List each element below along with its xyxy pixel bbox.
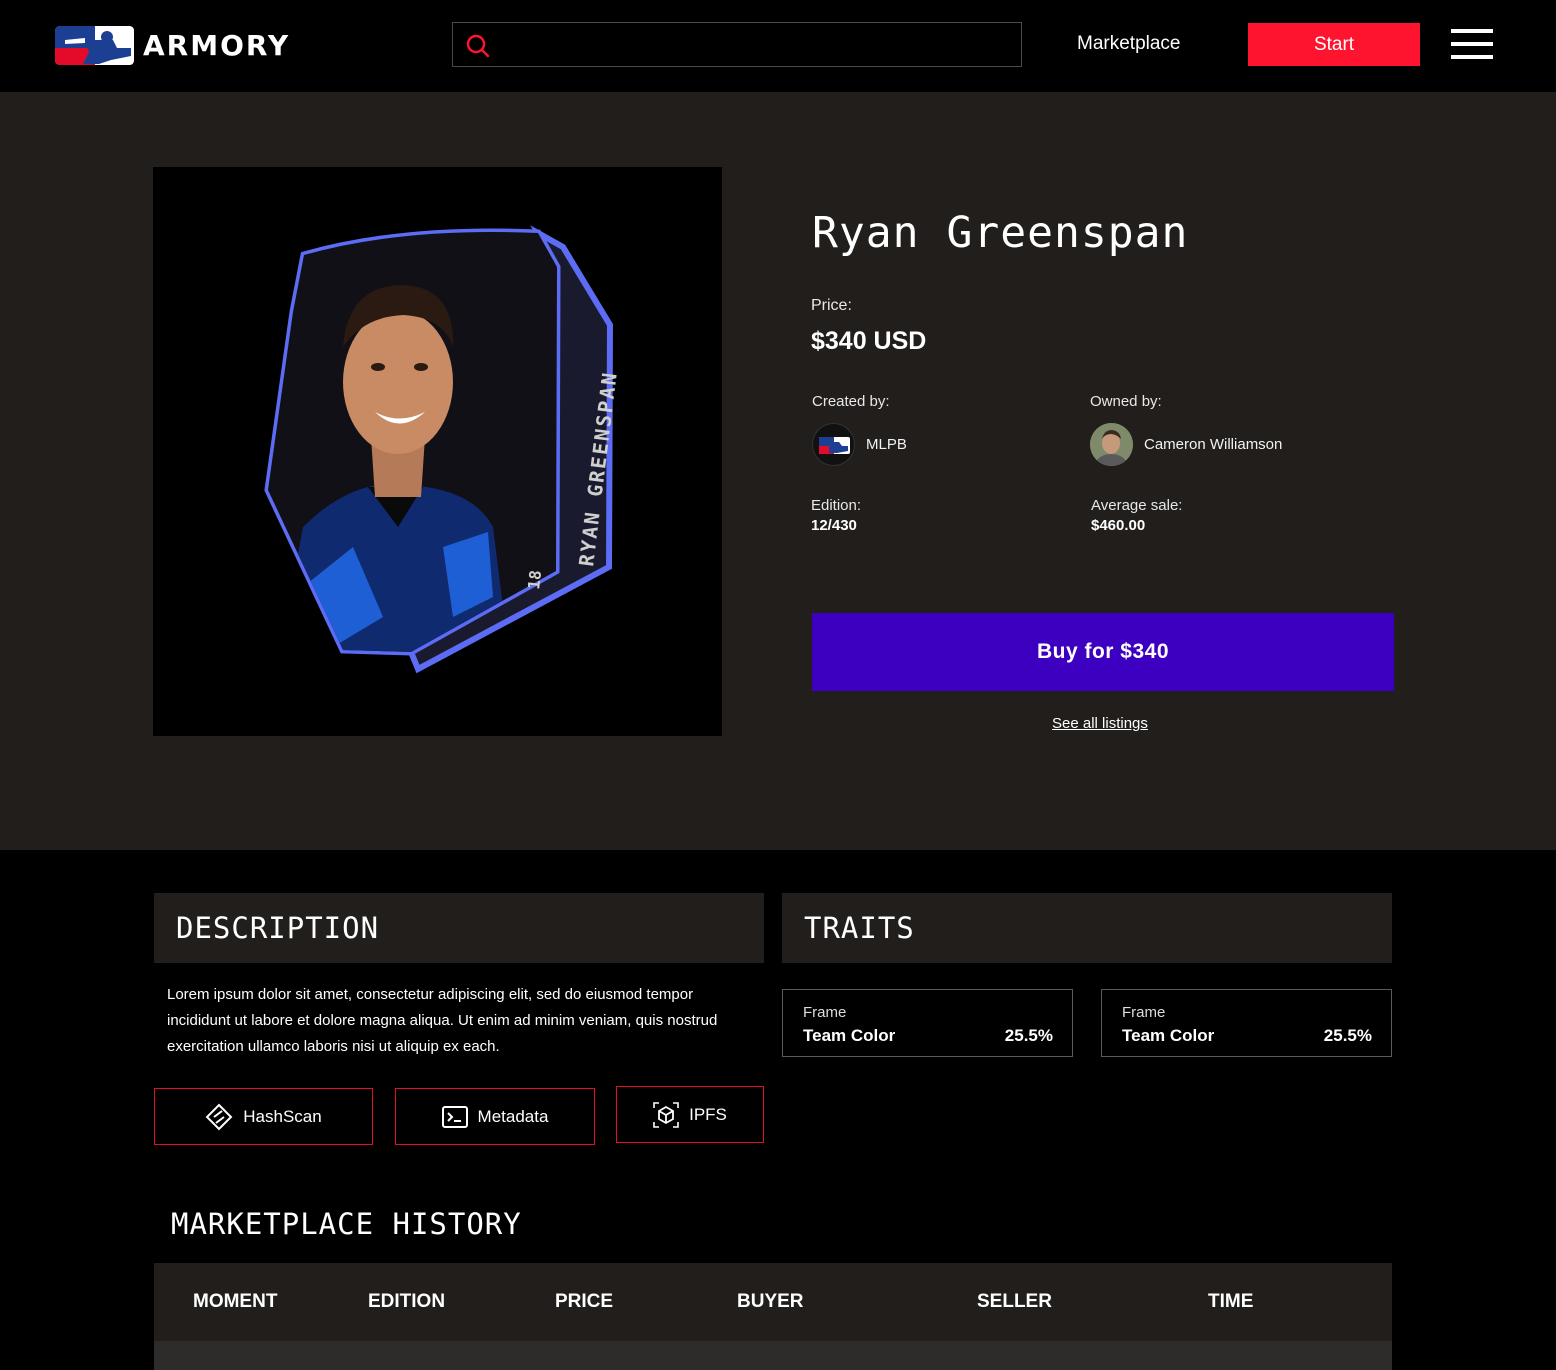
start-button[interactable]: Start (1248, 23, 1420, 66)
mlpb-avatar-icon (819, 437, 850, 454)
traits-header: TRAITS (782, 893, 1392, 963)
traits-heading: TRAITS (804, 911, 915, 945)
metadata-button[interactable]: Metadata (395, 1088, 595, 1145)
trait-card: Frame Team Color 25.5% (782, 989, 1073, 1057)
player-card-illustration: RYAN GREENSPAN 18 (264, 225, 622, 674)
logo-text: ARMORY (143, 29, 291, 62)
average-sale-label: Average sale: (1091, 497, 1183, 514)
price-label: Price: (811, 297, 852, 314)
see-all-listings-link[interactable]: See all listings (1052, 715, 1148, 732)
column-time[interactable]: TIME (1208, 1291, 1253, 1313)
nft-card-image[interactable]: RYAN GREENSPAN 18 (153, 167, 722, 736)
owner-avatar[interactable] (1090, 423, 1133, 466)
card-number: 18 (524, 569, 545, 590)
trait-card: Frame Team Color 25.5% (1101, 989, 1392, 1057)
owned-by-label: Owned by: (1090, 393, 1162, 410)
mlpb-logo-icon (55, 26, 134, 65)
price-value: $340 USD (811, 327, 927, 355)
edition-value: 12/430 (811, 517, 857, 534)
average-sale-value: $460.00 (1091, 517, 1146, 534)
metadata-label: Metadata (477, 1106, 549, 1126)
description-heading: DESCRIPTION (176, 911, 380, 945)
trait-value: Team Color (803, 1026, 896, 1045)
terminal-icon (441, 1105, 468, 1128)
hashscan-label: HashScan (243, 1106, 322, 1126)
trait-value: Team Color (1122, 1026, 1215, 1045)
hashscan-icon (205, 1103, 233, 1130)
column-moment[interactable]: MOMENT (193, 1291, 277, 1313)
creator-avatar[interactable] (812, 423, 855, 466)
description-text: Lorem ipsum dolor sit amet, consectetur … (167, 986, 718, 1055)
search-icon (466, 34, 490, 58)
item-title: Ryan Greenspan (812, 208, 1189, 258)
column-price[interactable]: PRICE (555, 1291, 613, 1313)
hamburger-menu-icon[interactable] (1451, 29, 1493, 59)
edition-label: Edition: (811, 497, 862, 514)
created-by-label: Created by: (812, 393, 890, 410)
column-edition[interactable]: EDITION (368, 1291, 445, 1313)
top-nav: ARMORY Marketplace Start (0, 0, 1556, 92)
nav-marketplace-link[interactable]: Marketplace (1077, 33, 1181, 55)
cube-icon (653, 1101, 679, 1128)
ipfs-label: IPFS (689, 1104, 727, 1124)
trait-type: Frame (1122, 1004, 1166, 1021)
ipfs-button[interactable]: IPFS (616, 1086, 764, 1143)
column-buyer[interactable]: BUYER (737, 1291, 804, 1313)
trait-type: Frame (803, 1004, 847, 1021)
owner-photo-icon (1090, 423, 1133, 466)
marketplace-history-heading: MARKETPLACE HISTORY (171, 1207, 522, 1241)
table-row[interactable] (154, 1341, 1392, 1370)
buy-button[interactable]: Buy for $340 (812, 613, 1394, 691)
description-header: DESCRIPTION (154, 893, 764, 963)
trait-percent: 25.5% (1323, 1026, 1372, 1045)
search-box[interactable] (452, 22, 1022, 67)
trait-percent: 25.5% (1004, 1026, 1053, 1045)
armory-logo[interactable]: ARMORY (55, 26, 290, 65)
creator-name[interactable]: MLPB (866, 436, 907, 453)
owner-name[interactable]: Cameron Williamson (1144, 436, 1282, 453)
column-seller[interactable]: SELLER (977, 1291, 1052, 1313)
history-table-header: MOMENT EDITION PRICE BUYER SELLER TIME (154, 1263, 1392, 1341)
hashscan-button[interactable]: HashScan (154, 1088, 373, 1145)
search-input[interactable] (503, 23, 1003, 66)
